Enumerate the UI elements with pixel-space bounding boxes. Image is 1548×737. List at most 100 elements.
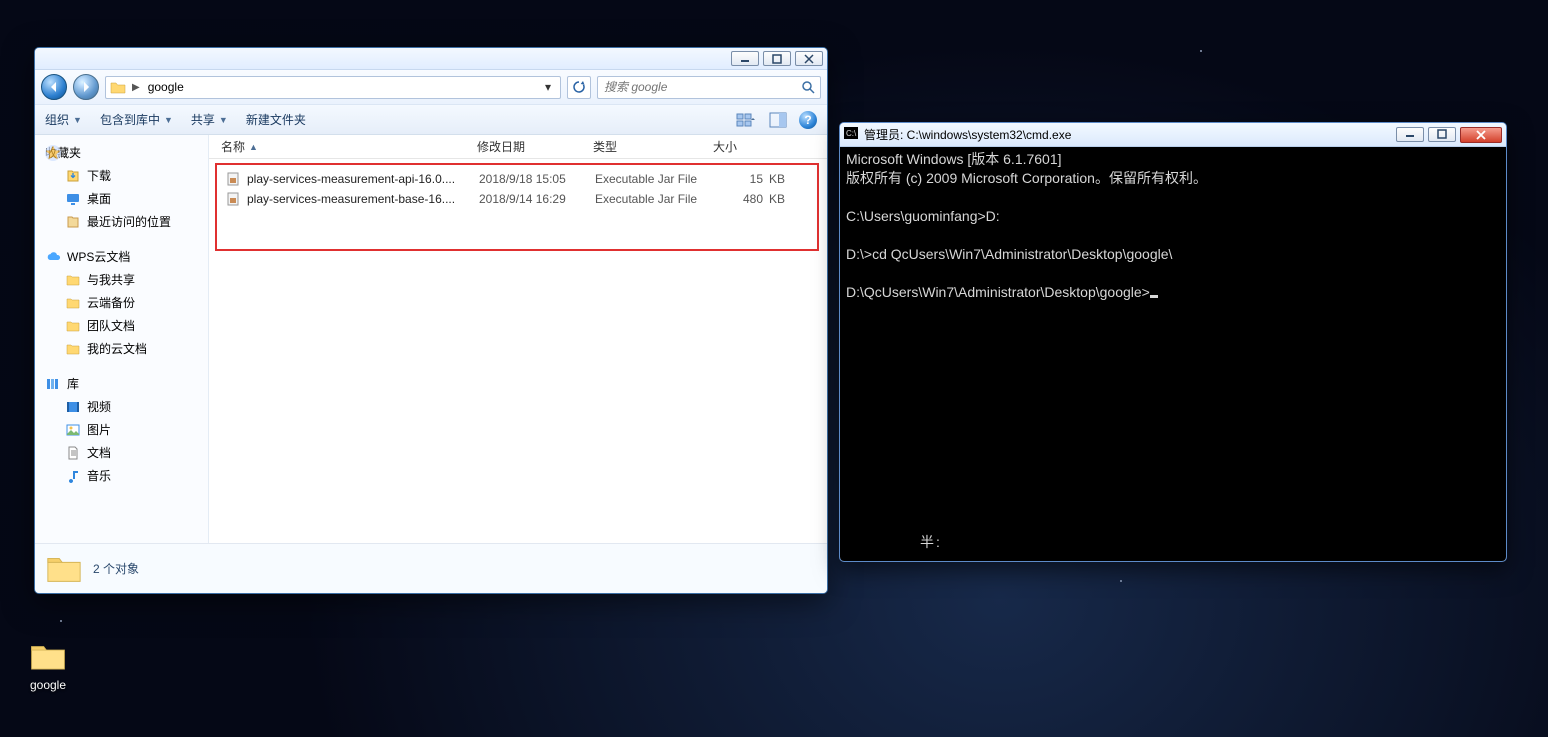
sidebar-label: 音乐 (87, 467, 111, 484)
cloud-icon (45, 249, 61, 265)
chevron-down-icon: ▼ (73, 115, 82, 125)
nav-back-button[interactable] (41, 74, 67, 100)
sidebar-group-wps[interactable]: WPS云文档 (37, 245, 206, 268)
toolbar-label: 新建文件夹 (246, 111, 306, 128)
breadcrumb[interactable]: ▶ google ▾ (105, 76, 561, 99)
column-name[interactable]: 名称 ▲ (215, 138, 471, 155)
toolbar-new-folder[interactable]: 新建文件夹 (246, 111, 306, 128)
jar-file-icon (225, 171, 241, 187)
close-button[interactable] (795, 51, 823, 66)
minimize-icon (1405, 129, 1415, 139)
sidebar-item-wps-my[interactable]: 我的云文档 (37, 337, 206, 360)
nav-forward-button[interactable] (73, 74, 99, 100)
file-date: 2018/9/14 16:29 (473, 192, 589, 206)
sidebar-item-wps-team[interactable]: 团队文档 (37, 314, 206, 337)
annotation-highlight-box: play-services-measurement-api-16.0.... 2… (215, 163, 819, 251)
library-icon (45, 376, 61, 392)
sidebar-item-downloads[interactable]: 下载 (37, 164, 206, 187)
file-row[interactable]: play-services-measurement-base-16.... 20… (217, 189, 817, 209)
preview-pane-icon (769, 112, 787, 128)
sidebar-item-pictures[interactable]: 图片 (37, 418, 206, 441)
video-icon (65, 399, 81, 415)
toolbar-organize[interactable]: 组织 ▼ (45, 111, 82, 128)
status-count: 2 个对象 (93, 560, 139, 577)
toolbar-include-in-library[interactable]: 包含到库中 ▼ (100, 111, 173, 128)
minimize-button[interactable] (1396, 127, 1424, 142)
search-icon[interactable] (800, 79, 816, 95)
download-icon (65, 168, 81, 184)
file-type: Executable Jar File (589, 172, 709, 186)
cmd-titlebar[interactable]: C:\ 管理员: C:\windows\system32\cmd.exe (840, 123, 1506, 147)
folder-icon (110, 79, 126, 95)
view-icon (736, 112, 756, 128)
sort-indicator-icon: ▲ (249, 142, 258, 152)
sidebar-label: 我的云文档 (87, 340, 147, 357)
chevron-down-icon: ▼ (219, 115, 228, 125)
file-size-unit: KB (769, 172, 789, 186)
cmd-line: D:\>cd QcUsers\Win7\Administrator\Deskto… (846, 246, 1172, 262)
file-name: play-services-measurement-base-16.... (247, 192, 455, 206)
chevron-down-icon: ▼ (164, 115, 173, 125)
column-date[interactable]: 修改日期 (471, 138, 587, 155)
cmd-prompt-line: D:\QcUsers\Win7\Administrator\Desktop\go… (846, 284, 1150, 300)
toolbar-label: 组织 (45, 111, 69, 128)
folder-icon (45, 552, 83, 586)
sidebar-item-videos[interactable]: 视频 (37, 395, 206, 418)
sidebar-item-documents[interactable]: 文档 (37, 441, 206, 464)
cmd-app-icon: C:\ (844, 127, 858, 142)
maximize-button[interactable] (1428, 127, 1456, 142)
sidebar-item-music[interactable]: 音乐 (37, 464, 206, 487)
desktop-icon (65, 191, 81, 207)
sidebar-item-recent[interactable]: 最近访问的位置 (37, 210, 206, 233)
minimize-icon (740, 54, 750, 64)
preview-pane-button[interactable] (767, 109, 789, 131)
cursor-icon (1150, 295, 1158, 298)
help-button[interactable]: ? (799, 111, 817, 129)
status-bar: 2 个对象 (35, 543, 827, 593)
toolbar-share[interactable]: 共享 ▼ (191, 111, 228, 128)
chevron-down-icon[interactable]: ▾ (540, 80, 556, 94)
cmd-terminal[interactable]: Microsoft Windows [版本 6.1.7601] 版权所有 (c)… (840, 147, 1506, 561)
recent-icon (65, 214, 81, 230)
maximize-icon (1437, 129, 1447, 139)
sidebar-group-favorites[interactable]: 收藏夹 (37, 141, 206, 164)
sidebar-item-desktop[interactable]: 桌面 (37, 187, 206, 210)
minimize-button[interactable] (731, 51, 759, 66)
folder-icon (65, 272, 81, 288)
sidebar-label: 库 (67, 375, 79, 392)
close-icon (1476, 130, 1486, 140)
star-icon (45, 145, 61, 161)
sidebar-group-libraries[interactable]: 库 (37, 372, 206, 395)
document-icon (65, 445, 81, 461)
column-label: 修改日期 (477, 138, 525, 155)
cmd-line: C:\Users\guominfang>D: (846, 208, 1000, 224)
sidebar-label: 图片 (87, 421, 111, 438)
column-headers: 名称 ▲ 修改日期 类型 大小 (209, 135, 827, 159)
column-label: 类型 (593, 138, 617, 155)
sidebar-label: 与我共享 (87, 271, 135, 288)
sidebar-item-wps-share[interactable]: 与我共享 (37, 268, 206, 291)
sidebar-label: 下载 (87, 167, 111, 184)
explorer-titlebar[interactable] (35, 48, 827, 70)
folder-icon (29, 640, 67, 674)
sidebar-label: 文档 (87, 444, 111, 461)
sidebar-label: 团队文档 (87, 317, 135, 334)
column-type[interactable]: 类型 (587, 138, 707, 155)
folder-icon (65, 318, 81, 334)
sidebar-item-wps-backup[interactable]: 云端备份 (37, 291, 206, 314)
desktop-folder-icon[interactable]: google (18, 640, 78, 692)
breadcrumb-segment[interactable]: google (146, 80, 186, 94)
column-size[interactable]: 大小 (707, 138, 771, 155)
refresh-button[interactable] (567, 76, 591, 99)
sidebar: 收藏夹 下载 桌面 最近访问的位置 WPS云文档 与我共享 (35, 135, 209, 543)
maximize-button[interactable] (763, 51, 791, 66)
file-row[interactable]: play-services-measurement-api-16.0.... 2… (217, 169, 817, 189)
close-button[interactable] (1460, 127, 1502, 143)
sidebar-label: 最近访问的位置 (87, 213, 171, 230)
search-input[interactable] (602, 79, 796, 95)
search-box[interactable] (597, 76, 821, 99)
file-size: 480 (709, 192, 769, 206)
file-size-unit: KB (769, 192, 789, 206)
view-options-button[interactable] (735, 109, 757, 131)
ime-indicator: 半: (920, 534, 942, 551)
